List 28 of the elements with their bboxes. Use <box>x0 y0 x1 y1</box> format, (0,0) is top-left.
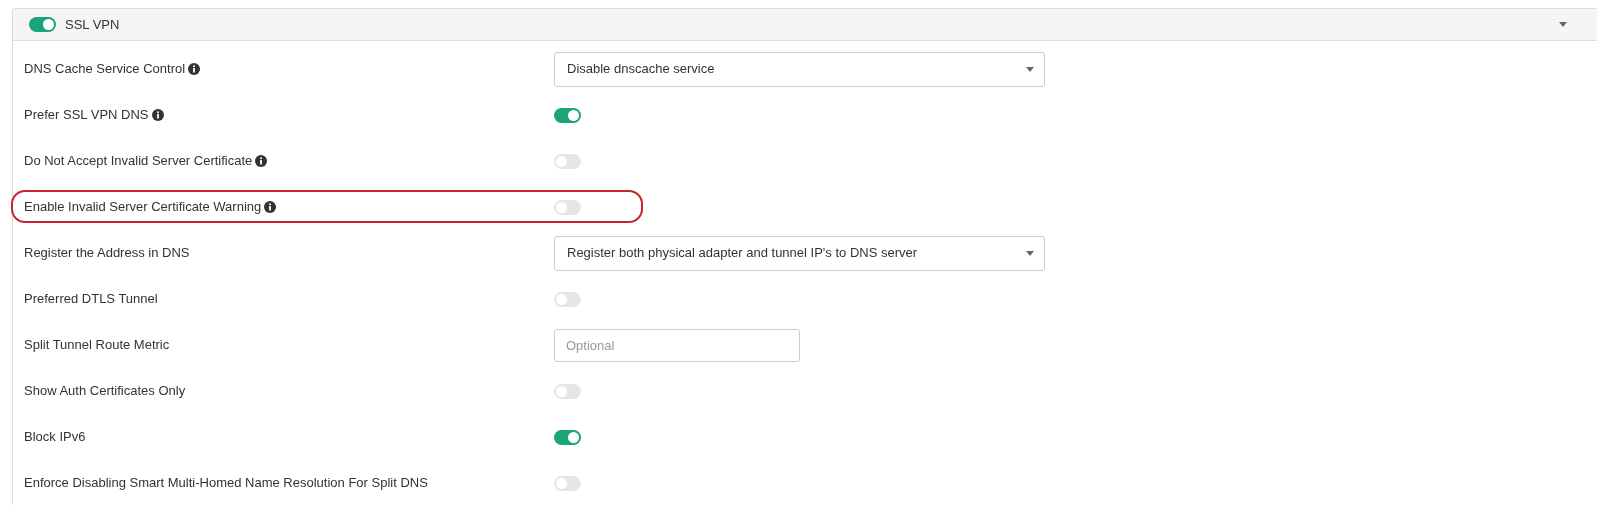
toggle-switch[interactable] <box>29 17 56 32</box>
toggle-switch[interactable] <box>554 107 581 123</box>
toggle-switch[interactable] <box>554 199 581 215</box>
toggle-switch[interactable] <box>554 475 581 491</box>
toggle-switch[interactable] <box>554 153 581 169</box>
setting-label: Register the Address in DNS <box>24 244 190 263</box>
setting-label: Block IPv6 <box>24 428 86 447</box>
dropdown-select[interactable]: Register both physical adapter and tunnel IP's to DNS server <box>554 235 1045 271</box>
setting-label: Enable Invalid Server Certificate Warning <box>24 198 262 217</box>
setting-label: Prefer SSL VPN DNS <box>24 106 149 125</box>
setting-label: Preferred DTLS Tunnel <box>24 290 158 309</box>
caret-icon <box>1559 22 1567 27</box>
setting-label: Enforce Disabling Smart Multi-Homed Name Resolution For Split DNS <box>24 474 428 493</box>
setting-label: Do Not Accept Invalid Server Certificate <box>24 152 253 171</box>
select-value: Register both physical adapter and tunnel IP's to DNS server <box>567 244 918 263</box>
panel-header[interactable]: SSL VPN <box>13 9 1597 41</box>
toggle-switch[interactable] <box>554 383 581 399</box>
dropdown-select[interactable]: Disable dnscache service <box>554 51 1045 87</box>
select-value: Disable dnscache service <box>567 60 715 79</box>
toggle-switch[interactable] <box>554 429 581 445</box>
panel-title: SSL VPN <box>65 15 120 34</box>
caret-icon <box>1026 66 1034 72</box>
setting-label: Show Auth Certificates Only <box>24 382 186 401</box>
toggle-switch[interactable] <box>554 291 581 307</box>
setting-label: DNS Cache Service Control <box>24 60 186 79</box>
setting-label: Split Tunnel Route Metric <box>24 336 170 355</box>
input-field[interactable]: Optional <box>554 328 800 362</box>
caret-icon <box>1026 250 1034 256</box>
